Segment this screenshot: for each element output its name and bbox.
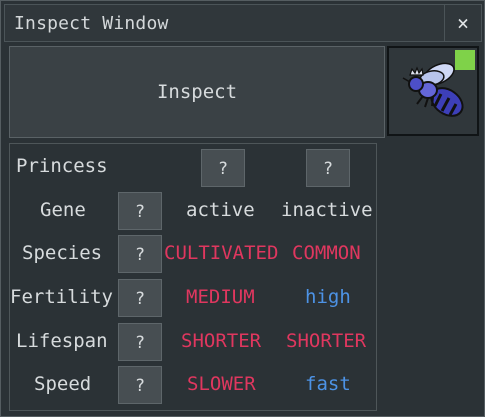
lifespan-active-value: SHORTER	[181, 330, 262, 352]
lifespan-info-button[interactable]: ?	[118, 323, 162, 361]
fertility-active-value: MEDIUM	[186, 286, 255, 308]
fertility-label: Fertility	[10, 286, 113, 308]
gene-active-header: active	[186, 199, 255, 221]
inspect-button[interactable]: Inspect	[9, 46, 385, 138]
bee-item-slot[interactable]	[387, 46, 479, 136]
genome-panel: Princess ? ? Gene ? active inactive Spec…	[9, 143, 377, 411]
gene-inactive-header: inactive	[281, 199, 373, 221]
gene-info-button[interactable]: ?	[118, 192, 162, 230]
inspect-window: Inspect Window × Inspect Princess ? ? Ge…	[0, 0, 485, 417]
species-label: Species	[22, 242, 103, 264]
close-button[interactable]: ×	[444, 5, 481, 41]
speed-inactive-value: fast	[305, 373, 351, 395]
fertility-inactive-value: high	[305, 286, 351, 308]
lifespan-inactive-value: SHORTER	[286, 330, 367, 352]
title-bar: Inspect Window ×	[4, 4, 482, 42]
gene-label: Gene	[40, 199, 86, 221]
lifespan-label: Lifespan	[16, 330, 108, 352]
slot-status-badge	[455, 50, 475, 70]
speed-info-button[interactable]: ?	[118, 366, 162, 404]
fertility-info-button[interactable]: ?	[118, 279, 162, 317]
princess-label: Princess	[16, 155, 108, 177]
speed-label: Speed	[34, 373, 92, 395]
princess-active-info-button[interactable]: ?	[201, 149, 245, 187]
species-info-button[interactable]: ?	[118, 235, 162, 273]
princess-inactive-info-button[interactable]: ?	[306, 149, 350, 187]
species-active-value: CULTIVATED	[164, 242, 279, 264]
speed-active-value: SLOWER	[187, 373, 256, 395]
window-title: Inspect Window	[14, 13, 169, 34]
species-inactive-value: COMMON	[292, 242, 361, 264]
